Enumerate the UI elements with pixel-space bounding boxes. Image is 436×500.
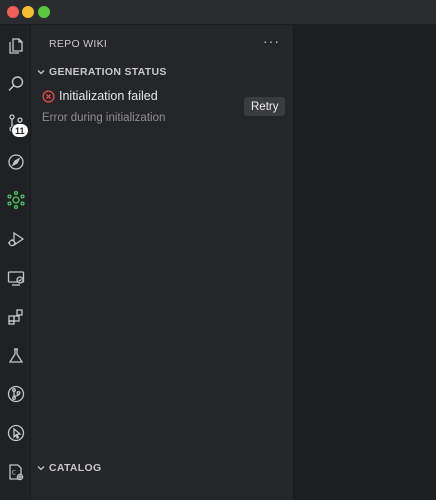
zoom-window-button[interactable] <box>38 6 50 18</box>
run-debug-icon <box>7 231 24 247</box>
activity-bar: 11 C <box>0 25 31 500</box>
explorer-icon <box>8 38 23 54</box>
activity-run-debug[interactable] <box>0 224 31 254</box>
sidebar-title: REPO WIKI <box>49 38 108 50</box>
chevron-down-icon <box>37 70 45 75</box>
chevron-down-icon <box>37 466 45 471</box>
extensions-icon <box>7 309 23 325</box>
activity-explorer[interactable] <box>0 30 31 60</box>
compass-icon <box>7 154 24 170</box>
activity-git-graph[interactable] <box>0 379 31 409</box>
activity-testing[interactable] <box>0 341 31 371</box>
generation-status-row: Initialization failed <box>42 89 158 103</box>
remote-explorer-icon <box>7 271 24 286</box>
activity-remote-explorer[interactable] <box>0 263 31 293</box>
activity-repo-wiki[interactable] <box>0 185 31 215</box>
editor-area <box>295 25 436 500</box>
title-bar <box>0 0 436 25</box>
generation-status-title: GENERATION STATUS <box>49 66 167 78</box>
repo-wiki-icon <box>6 190 25 210</box>
generation-status-header[interactable]: GENERATION STATUS <box>35 64 167 80</box>
activity-source-control[interactable]: 11 <box>0 108 31 138</box>
testing-icon <box>8 348 23 363</box>
status-text: Initialization failed <box>59 89 158 103</box>
search-icon <box>8 76 23 91</box>
more-actions-button[interactable]: ··· <box>263 33 280 49</box>
retry-button[interactable]: Retry <box>244 97 286 116</box>
activity-compass[interactable] <box>0 147 31 177</box>
svg-text:C: C <box>11 470 15 477</box>
settings-file-icon: C <box>8 464 23 481</box>
repo-wiki-sidebar: REPO WIKI ··· GENERATION STATUS Initiali… <box>31 25 294 500</box>
close-window-button[interactable] <box>7 6 19 18</box>
activity-pointer[interactable] <box>0 418 31 448</box>
error-detail-text: Error during initialization <box>42 112 166 124</box>
activity-settings-file[interactable]: C <box>0 457 31 487</box>
activity-extensions[interactable] <box>0 302 31 332</box>
catalog-title: CATALOG <box>49 462 102 474</box>
activity-search[interactable] <box>0 69 31 99</box>
catalog-header[interactable]: CATALOG <box>35 460 101 476</box>
pointer-icon <box>7 424 24 442</box>
source-control-badge: 11 <box>11 123 29 138</box>
git-graph-icon <box>7 385 24 403</box>
error-icon <box>42 90 55 102</box>
minimize-window-button[interactable] <box>22 6 34 18</box>
